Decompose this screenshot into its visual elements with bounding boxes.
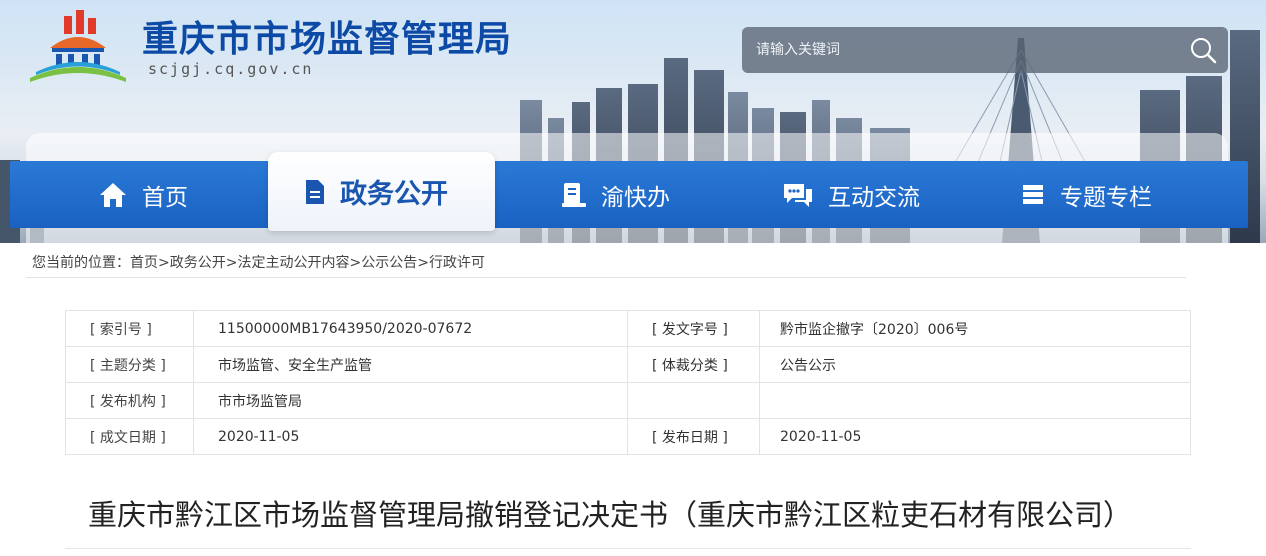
breadcrumb-divider — [26, 277, 1186, 278]
nav-interaction-label: 互动交流 — [828, 184, 920, 211]
nav-special-label: 专题专栏 — [1060, 184, 1152, 211]
table-row: [ 索引号 ] 11500000MB17643950/2020-07672 [ … — [65, 310, 1191, 347]
index-label: [ 索引号 ] — [65, 310, 194, 347]
table-row: [ 发布机构 ] 市市场监管局 — [65, 382, 1191, 419]
nav-interaction[interactable]: 互动交流 — [782, 161, 920, 228]
nav-home[interactable]: 首页 — [98, 161, 188, 228]
site-domain: scjgj.cq.gov.cn — [148, 60, 314, 78]
table-row: [ 成文日期 ] 2020-11-05 [ 发布日期 ] 2020-11-05 — [65, 418, 1191, 455]
nav-gov-affairs[interactable]: 政务公开 — [304, 152, 448, 231]
topic-value: 市场监管、安全生产监管 — [193, 346, 628, 383]
nav-home-label: 首页 — [142, 184, 188, 211]
index-value: 11500000MB17643950/2020-07672 — [193, 310, 628, 347]
search-icon[interactable] — [1188, 35, 1218, 65]
search-input[interactable] — [742, 27, 1172, 73]
published-date-value: 2020-11-05 — [759, 418, 1191, 455]
breadcrumb-separator: > — [158, 255, 170, 271]
empty-cell — [759, 382, 1191, 419]
genre-label: [ 体裁分类 ] — [627, 346, 760, 383]
stack-icon — [1023, 184, 1043, 204]
id-card-icon — [562, 182, 586, 207]
breadcrumb-announcements[interactable]: 公示公告 — [361, 255, 417, 271]
nav-special[interactable]: 专题专栏 — [1020, 161, 1152, 228]
nav-yukuaiban[interactable]: 渝快办 — [561, 161, 670, 228]
empty-cell — [627, 382, 760, 419]
bureau-logo — [30, 10, 126, 82]
breadcrumb-separator: > — [349, 255, 362, 271]
breadcrumb-statutory[interactable]: 法定主动公开内容 — [237, 255, 349, 271]
issuer-label: [ 发布机构 ] — [65, 382, 194, 419]
breadcrumb-separator: > — [225, 255, 238, 271]
article-title: 重庆市黔江区市场监督管理局撤销登记决定书（重庆市黔江区粒吏石材有限公司） — [88, 498, 1133, 532]
breadcrumb-prefix: 您当前的位置： — [32, 255, 130, 271]
issuer-value: 市市场监管局 — [193, 382, 628, 419]
site-title: 重庆市市场监督管理局 — [142, 19, 513, 60]
created-date-value: 2020-11-05 — [193, 418, 628, 455]
breadcrumb-separator: > — [417, 255, 429, 271]
published-date-label: [ 发布日期 ] — [627, 418, 760, 455]
breadcrumb-gov-affairs[interactable]: 政务公开 — [170, 255, 226, 271]
topic-label: [ 主题分类 ] — [65, 346, 194, 383]
breadcrumb-admin-license[interactable]: 行政许可 — [429, 255, 485, 271]
breadcrumb: 您当前的位置：首页>政务公开>法定主动公开内容>公示公告>行政许可 — [32, 252, 485, 272]
breadcrumb-home[interactable]: 首页 — [130, 255, 158, 271]
table-row: [ 主题分类 ] 市场监管、安全生产监管 [ 体裁分类 ] 公告公示 — [65, 346, 1191, 383]
genre-value: 公告公示 — [759, 346, 1191, 383]
home-icon — [100, 182, 126, 207]
nav-yukuaiban-label: 渝快办 — [601, 184, 670, 211]
chat-icon — [784, 183, 812, 207]
document-icon — [306, 179, 324, 204]
doc-no-label: [ 发文字号 ] — [627, 310, 760, 347]
nav-gov-affairs-label: 政务公开 — [340, 179, 448, 210]
document-info-table: [ 索引号 ] 11500000MB17643950/2020-07672 [ … — [65, 310, 1191, 455]
title-divider — [65, 548, 1191, 549]
search-box — [742, 27, 1228, 73]
created-date-label: [ 成文日期 ] — [65, 418, 194, 455]
doc-no-value: 黔市监企撤字〔2020〕006号 — [759, 310, 1191, 347]
